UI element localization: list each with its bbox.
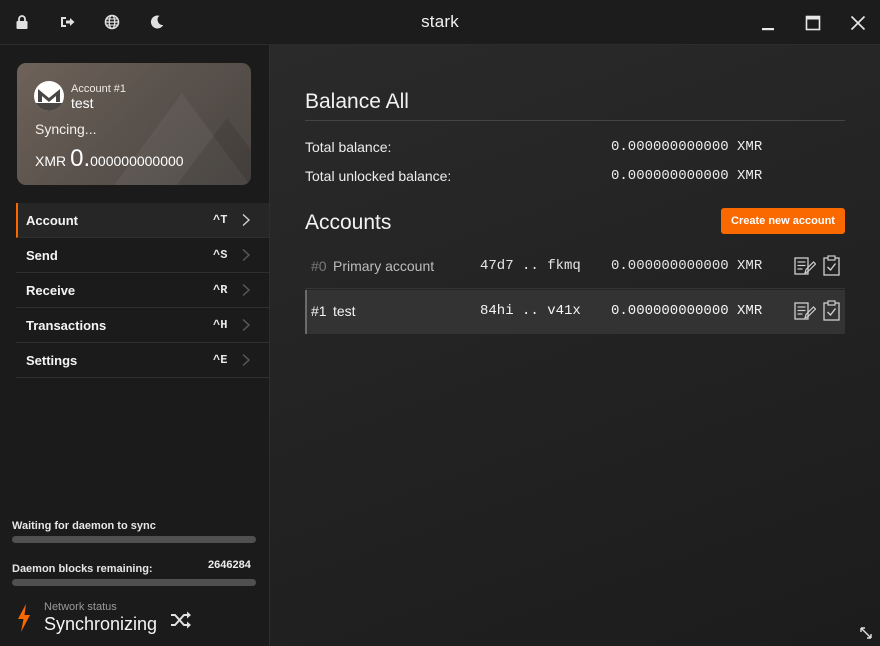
lightning-icon [18, 604, 30, 632]
balance-decimals: 000000000000 [90, 153, 184, 169]
maximize-icon[interactable] [800, 10, 826, 36]
blocks-progress [12, 579, 256, 586]
menu-shortcut: ^S [213, 248, 228, 262]
account-label: Primary account [333, 258, 435, 274]
shuffle-icon[interactable] [170, 610, 192, 630]
menu-item-send[interactable]: Send ^S [16, 238, 269, 273]
main-content: Balance All Total balance: 0.00000000000… [270, 45, 880, 646]
unlocked-balance-label: Total unlocked balance: [305, 168, 452, 184]
account-card[interactable]: Account #1 test Syncing... XMR 0.00000000… [17, 63, 251, 185]
account-index: #0 [311, 258, 327, 274]
total-balance-value: 0.000000000000 XMR [611, 139, 763, 155]
resize-icon[interactable] [859, 626, 873, 640]
window-title: stark [421, 12, 459, 31]
network-status-label: Network status [44, 601, 117, 613]
blocks-remaining-label: Daemon blocks remaining: [12, 563, 153, 575]
menu-shortcut: ^T [213, 213, 228, 227]
chevron-right-icon [242, 318, 251, 332]
main-menu: Account ^T Send ^S Receive ^R Transactio… [16, 203, 269, 378]
currency-label: XMR [35, 153, 67, 169]
left-panel: Account #1 test Syncing... XMR 0.00000000… [0, 45, 270, 646]
menu-item-label: Transactions [26, 318, 107, 333]
card-balance: XMR 0.000000000000 [35, 145, 184, 173]
blocks-remaining-value: 2646284 [208, 559, 251, 571]
account-label: test [333, 303, 356, 319]
accounts-heading: Accounts [305, 211, 392, 234]
total-balance-label: Total balance: [305, 139, 392, 155]
menu-item-label: Receive [26, 283, 76, 298]
balance-integer: 0. [70, 145, 91, 172]
unlocked-balance-value: 0.000000000000 XMR [611, 168, 763, 184]
chevron-right-icon [242, 213, 251, 227]
network-status-value: Synchronizing [44, 614, 158, 634]
balance-heading: Balance All [305, 90, 409, 113]
menu-item-settings[interactable]: Settings ^E [16, 343, 269, 378]
menu-item-transactions[interactable]: Transactions ^H [16, 308, 269, 343]
title-bar: stark [0, 0, 880, 45]
chevron-right-icon [242, 353, 251, 367]
account-name: test [71, 95, 94, 111]
menu-shortcut: ^E [213, 353, 228, 367]
account-balance: 0.000000000000 XMR [611, 303, 763, 319]
account-number: Account #1 [71, 83, 127, 95]
menu-item-account[interactable]: Account ^T [16, 203, 269, 238]
daemon-sync-label: Waiting for daemon to sync [12, 520, 156, 532]
sync-status: Syncing... [35, 121, 97, 137]
account-balance: 0.000000000000 XMR [611, 258, 763, 274]
monero-logo-icon [34, 81, 64, 111]
edit-icon[interactable] [794, 301, 816, 321]
account-row-selected[interactable]: #1 test 84hi .. v41x 0.000000000000 XMR [305, 290, 845, 334]
account-row[interactable]: #0 Primary account 47d7 .. fkmq 0.000000… [305, 245, 845, 289]
account-index: #1 [311, 303, 327, 319]
chevron-right-icon [242, 283, 251, 297]
create-account-button[interactable]: Create new account [721, 208, 845, 234]
daemon-sync-progress [12, 536, 256, 543]
close-icon[interactable] [845, 10, 871, 36]
clipboard-check-icon[interactable] [823, 255, 840, 276]
menu-item-label: Send [26, 248, 58, 263]
account-address: 84hi .. v41x [480, 303, 581, 319]
menu-shortcut: ^R [213, 283, 228, 297]
menu-item-label: Account [26, 213, 78, 228]
minimize-icon[interactable] [755, 10, 781, 36]
account-address: 47d7 .. fkmq [480, 258, 581, 274]
edit-icon[interactable] [794, 256, 816, 276]
menu-item-receive[interactable]: Receive ^R [16, 273, 269, 308]
clipboard-check-icon[interactable] [823, 300, 840, 321]
menu-shortcut: ^H [213, 318, 228, 332]
heading-divider [305, 120, 845, 121]
chevron-right-icon [242, 248, 251, 262]
menu-item-label: Settings [26, 353, 78, 368]
